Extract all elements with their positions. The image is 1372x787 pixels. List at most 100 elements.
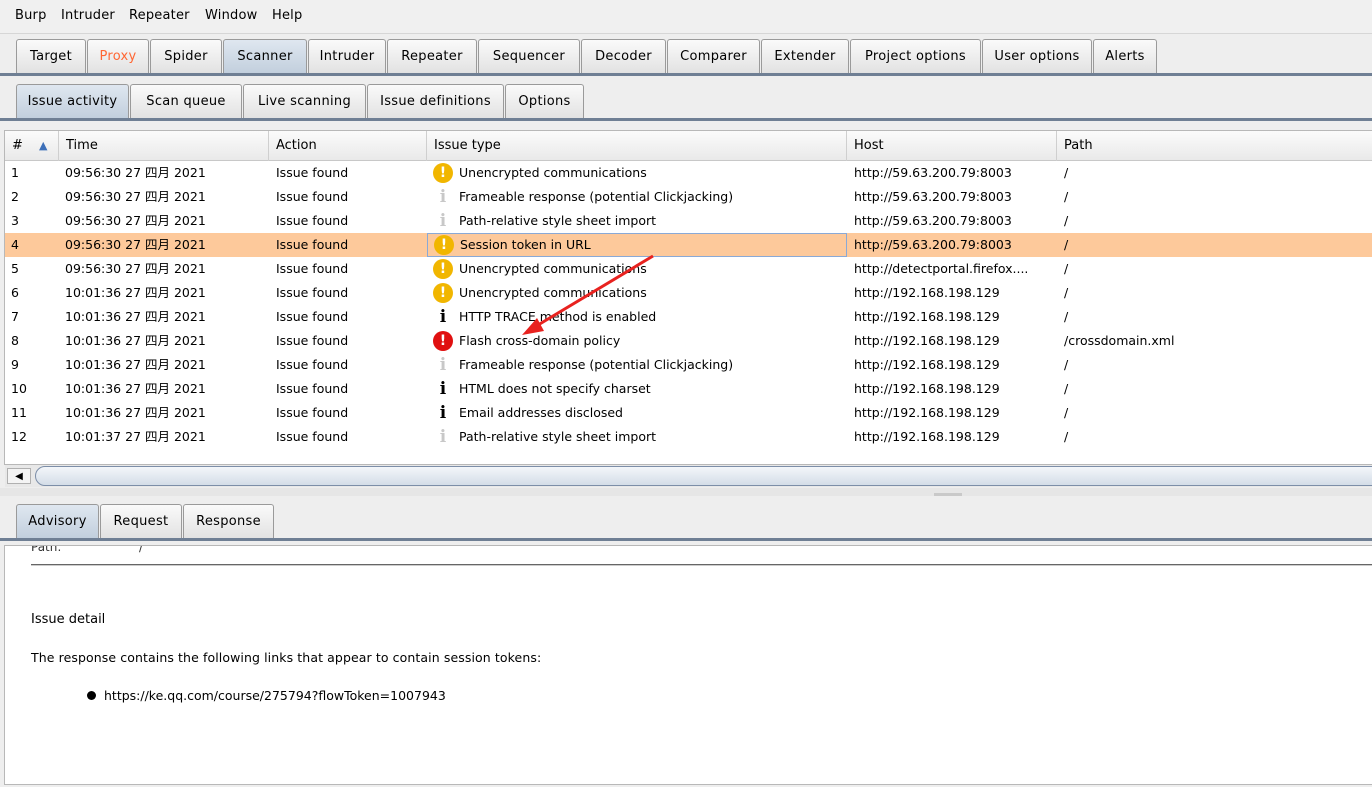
cell-issue-type: i Path-relative style sheet import [427, 209, 847, 233]
cell-action: Issue found [276, 381, 349, 396]
scroll-left-button[interactable]: ◀ [7, 468, 31, 484]
tab-repeater[interactable]: Repeater [387, 39, 477, 73]
horizontal-scrollbar[interactable]: ◀ [5, 465, 1372, 487]
menu-burp[interactable]: Burp [15, 8, 47, 23]
table-row[interactable]: 1 09:56:30 27 四月 2021 Issue found! Unencryp… [5, 161, 1372, 185]
tab-scanner[interactable]: Scanner [223, 39, 307, 73]
subtab-bar-baseline [0, 118, 1372, 121]
table-row[interactable]: 10 10:01:36 27 四月 2021 Issue found i HTML do… [5, 377, 1372, 401]
tab-live-scanning[interactable]: Live scanning [243, 84, 366, 118]
cell-time: 10:01:36 27 四月 2021 [65, 285, 206, 300]
advisory-path-value: / [139, 545, 144, 554]
tab-alerts[interactable]: Alerts [1093, 39, 1157, 73]
tab-issue-activity[interactable]: Issue activity [16, 84, 129, 118]
tab-intruder[interactable]: Intruder [308, 39, 386, 73]
table-row[interactable]: 7 10:01:36 27 四月 2021 Issue found i HTTP TRA… [5, 305, 1372, 329]
table-row[interactable]: 11 10:01:36 27 四月 2021 Issue found i Email a… [5, 401, 1372, 425]
column-header-number[interactable]: # ▲ [5, 131, 59, 161]
cell-action: Issue found [276, 285, 349, 300]
tab-issue-definitions[interactable]: Issue definitions [367, 84, 504, 118]
cell-time: 10:01:36 27 四月 2021 [65, 405, 206, 420]
cell-number: 2 [11, 189, 19, 204]
table-row[interactable]: 2 09:56:30 27 四月 2021 Issue found i Frameabl… [5, 185, 1372, 209]
cell-path: / [1064, 381, 1069, 396]
exclamation-circle-orange-icon: ! [433, 283, 453, 303]
cell-path: /crossdomain.xml [1064, 333, 1175, 348]
cell-path: / [1064, 357, 1069, 372]
column-header-time[interactable]: Time [59, 131, 269, 161]
table-row[interactable]: 5 09:56:30 27 四月 2021 Issue found! Unencryp… [5, 257, 1372, 281]
cell-path: / [1064, 405, 1069, 420]
column-header-path[interactable]: Path [1057, 131, 1372, 161]
table-row[interactable]: 8 10:01:36 27 四月 2021 Issue found! Flash cr… [5, 329, 1372, 353]
cell-time: 10:01:37 27 四月 2021 [65, 429, 206, 444]
arrow-left-icon: ◀ [15, 470, 23, 482]
column-header-issue-type[interactable]: Issue type [427, 131, 847, 161]
table-row[interactable]: 3 09:56:30 27 四月 2021 Issue found i Path-rel… [5, 209, 1372, 233]
menu-repeater[interactable]: Repeater [129, 8, 190, 23]
table-row[interactable]: 12 10:01:37 27 四月 2021 Issue found i Path-re… [5, 425, 1372, 449]
cell-host: http://192.168.198.129 [854, 309, 1000, 324]
advisory-divider [31, 564, 1372, 566]
cell-host: http://59.63.200.79:8003 [854, 189, 1012, 204]
menu-window[interactable]: Window [205, 8, 257, 23]
bullet-icon [87, 691, 96, 700]
menu-help[interactable]: Help [272, 8, 302, 23]
info-i-light-icon: i [439, 187, 447, 207]
tab-target[interactable]: Target [16, 39, 86, 73]
tab-decoder[interactable]: Decoder [581, 39, 666, 73]
tab-scan-queue[interactable]: Scan queue [130, 84, 242, 118]
cell-host: http://192.168.198.129 [854, 381, 1000, 396]
cell-issue-type: i Email addresses disclosed [427, 401, 847, 425]
splitter-grip[interactable] [934, 493, 962, 496]
tab-project-options[interactable]: Project options [850, 39, 981, 73]
issue-name: Flash cross-domain policy [459, 333, 621, 348]
cell-host: http://59.63.200.79:8003 [854, 213, 1012, 228]
cell-host: http://192.168.198.129 [854, 357, 1000, 372]
cell-time: 10:01:36 27 四月 2021 [65, 357, 206, 372]
cell-issue-type: ! Flash cross-domain policy [427, 329, 847, 353]
scrollbar-thumb[interactable] [35, 466, 1372, 486]
tab-spider[interactable]: Spider [150, 39, 222, 73]
info-i-light-icon: i [439, 355, 447, 375]
cell-number: 1 [11, 165, 19, 180]
table-row[interactable]: 4 09:56:30 27 四月 2021 Issue found! Session … [5, 233, 1372, 257]
exclamation-circle-orange-icon: ! [433, 259, 453, 279]
exclamation-circle-red-icon: ! [433, 331, 453, 351]
column-header-action[interactable]: Action [269, 131, 427, 161]
session-token-link-item: https://ke.qq.com/course/275794?flowToke… [87, 688, 446, 703]
advisory-path-label: Path: [31, 545, 62, 554]
tab-request[interactable]: Request [100, 504, 182, 538]
scanner-tab-bar: Issue activity Scan queue Live scanning … [0, 84, 1372, 124]
table-row[interactable]: 6 10:01:36 27 四月 2021 Issue found! Unencryp… [5, 281, 1372, 305]
info-i-icon: i [439, 379, 447, 399]
pane-splitter[interactable] [0, 488, 1372, 496]
info-i-light-icon: i [439, 427, 447, 447]
tab-sequencer[interactable]: Sequencer [478, 39, 580, 73]
cell-host: http://59.63.200.79:8003 [854, 237, 1012, 252]
cell-issue-type: i Frameable response (potential Clickjack… [427, 185, 847, 209]
detail-tab-baseline [0, 538, 1372, 541]
cell-number: 6 [11, 285, 19, 300]
cell-path: / [1064, 285, 1069, 300]
tab-proxy[interactable]: Proxy [87, 39, 149, 73]
tab-comparer[interactable]: Comparer [667, 39, 760, 73]
menu-intruder[interactable]: Intruder [61, 8, 115, 23]
issue-table: # ▲ Time Action Issue type Host Path 1 09… [4, 130, 1372, 465]
table-row[interactable]: 9 10:01:36 27 四月 2021 Issue found i Frameabl… [5, 353, 1372, 377]
tab-user-options[interactable]: User options [982, 39, 1092, 73]
cell-number: 7 [11, 309, 19, 324]
cell-issue-type: i Path-relative style sheet import [427, 425, 847, 449]
tab-response[interactable]: Response [183, 504, 274, 538]
exclamation-circle-orange-icon: ! [433, 163, 453, 183]
cell-host: http://192.168.198.129 [854, 429, 1000, 444]
issue-name: HTML does not specify charset [459, 381, 651, 396]
session-token-link[interactable]: https://ke.qq.com/course/275794?flowToke… [104, 688, 446, 703]
tab-options[interactable]: Options [505, 84, 584, 118]
cell-action: Issue found [276, 333, 349, 348]
tab-bar-baseline [0, 73, 1372, 76]
column-header-host[interactable]: Host [847, 131, 1057, 161]
tab-extender[interactable]: Extender [761, 39, 849, 73]
tab-advisory[interactable]: Advisory [16, 504, 99, 538]
sort-ascending-icon: ▲ [39, 139, 48, 152]
